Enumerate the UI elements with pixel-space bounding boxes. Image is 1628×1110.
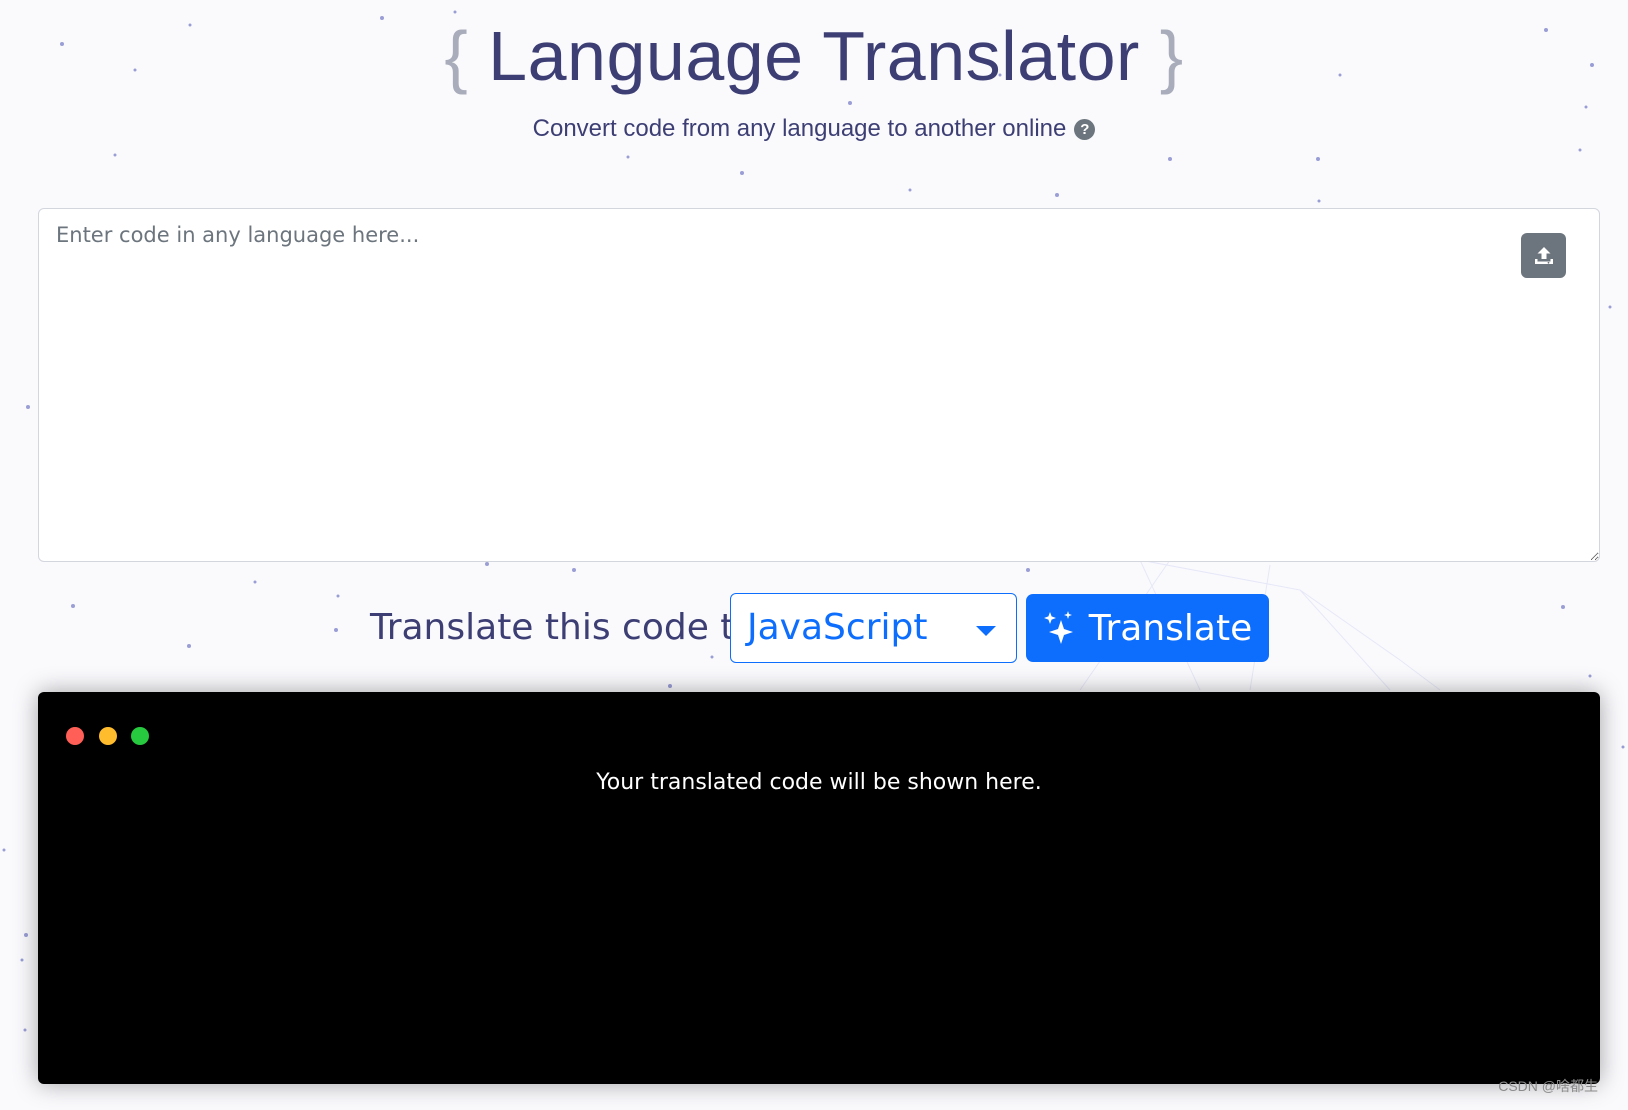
sparkles-icon <box>1043 611 1073 644</box>
window-maximize-dot <box>131 727 149 745</box>
translate-button[interactable]: Translate <box>1026 594 1269 662</box>
window-minimize-dot <box>99 727 117 745</box>
code-input[interactable] <box>38 208 1600 562</box>
title-open-brace: { <box>444 17 469 95</box>
upload-icon <box>1534 246 1553 264</box>
translate-label: Translate this code to <box>370 607 757 648</box>
output-panel: Your translated code will be shown here. <box>38 692 1600 1084</box>
page-title: { Language Translator } <box>0 14 1628 98</box>
translate-button-label: Translate <box>1088 607 1253 649</box>
subtitle-text: Convert code from any language to anothe… <box>532 115 1067 142</box>
output-placeholder-text: Your translated code will be shown here. <box>596 770 1042 795</box>
selected-language: JavaScript <box>747 607 928 648</box>
title-close-brace: } <box>1159 17 1184 95</box>
target-language-select[interactable]: JavaScript <box>730 593 1017 663</box>
help-icon[interactable]: ? <box>1074 118 1096 140</box>
page-header: { Language Translator } Convert code fro… <box>0 14 1628 144</box>
page-subtitle: Convert code from any language to anothe… <box>533 114 1096 144</box>
upload-button[interactable] <box>1521 233 1566 278</box>
title-text: Language Translator <box>488 17 1140 95</box>
translate-controls: Translate this code to JavaScript Transl… <box>0 593 1628 663</box>
watermark: CSDN @啥都生 <box>1498 1078 1598 1094</box>
window-close-dot <box>66 727 84 745</box>
chevron-down-icon <box>976 626 996 636</box>
